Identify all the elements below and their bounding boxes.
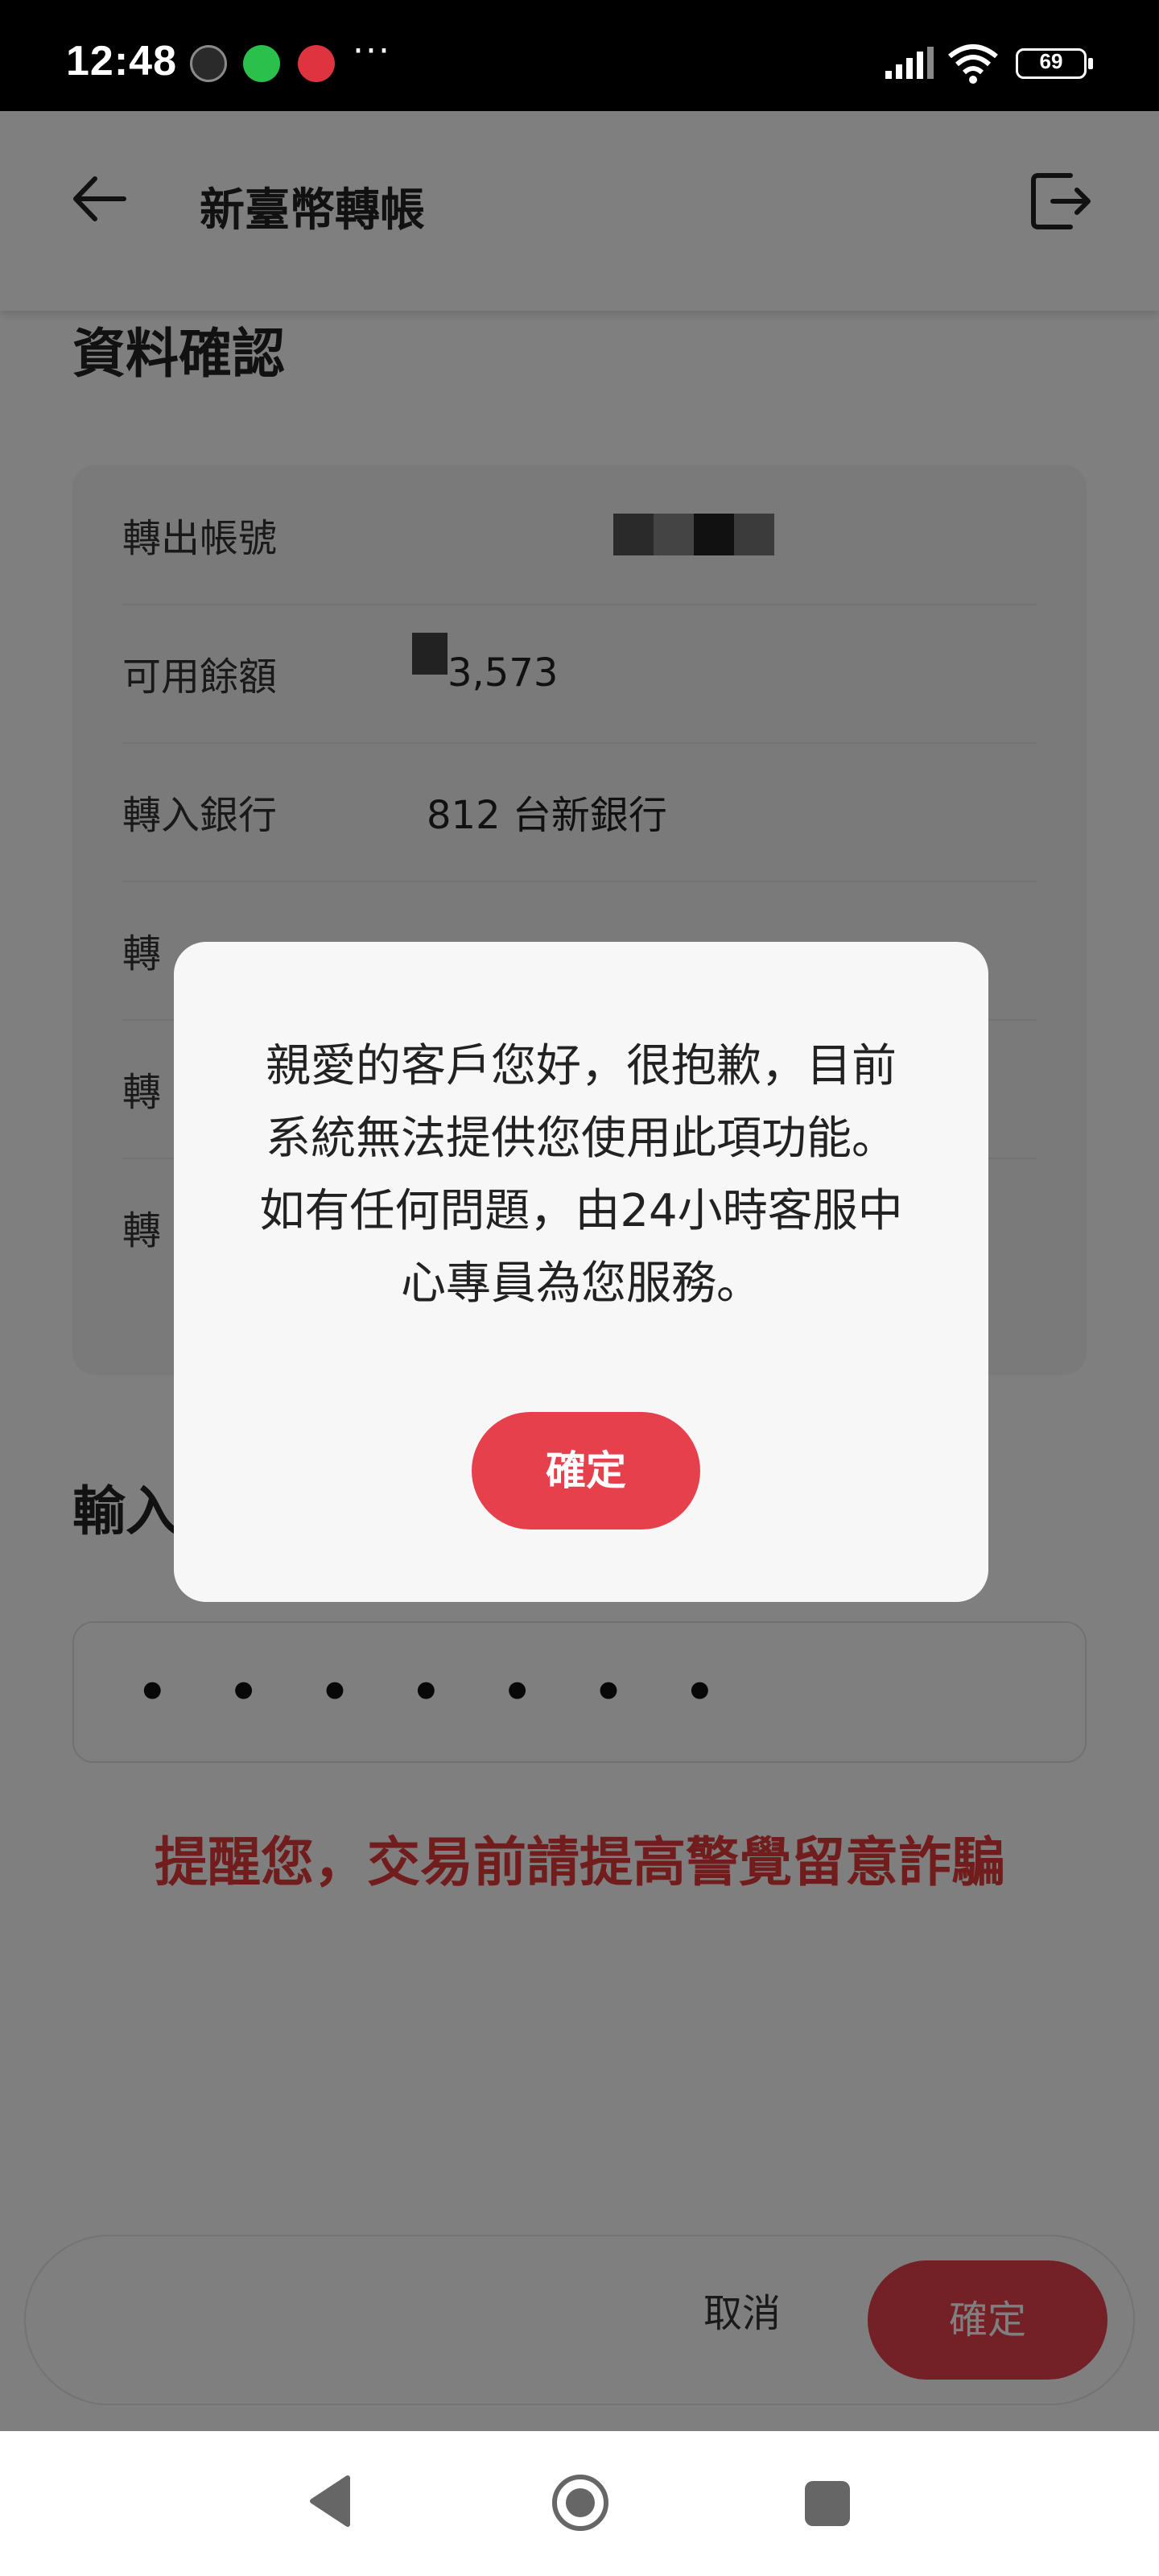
status-time: 12:48: [66, 38, 177, 85]
dialog-confirm-button[interactable]: 確定: [472, 1412, 700, 1530]
more-notifications-icon: ···: [353, 31, 391, 72]
signal-icon: [885, 47, 934, 79]
wifi-icon: [948, 44, 998, 84]
nav-home-icon[interactable]: [551, 2473, 610, 2533]
dialog-message: 親愛的客戶您好，很抱歉，目前系統無法提供您使用此項功能。 如有任何問題，由24小…: [259, 1040, 903, 1310]
nav-back-icon[interactable]: [306, 2473, 354, 2529]
clock-app-icon: [190, 45, 227, 82]
alert-dialog: 親愛的客戶您好，很抱歉，目前系統無法提供您使用此項功能。 如有任何問題，由24小…: [174, 942, 988, 1602]
battery-icon: 69: [1016, 48, 1093, 79]
battery-level: 69: [1039, 49, 1063, 73]
nav-recents-icon[interactable]: [805, 2481, 850, 2526]
system-nav-bar: [0, 2431, 1159, 2576]
line-app-icon: [243, 45, 280, 82]
status-bar: 12:48 ··· 69: [0, 0, 1159, 111]
bank-app-icon: [298, 45, 335, 82]
